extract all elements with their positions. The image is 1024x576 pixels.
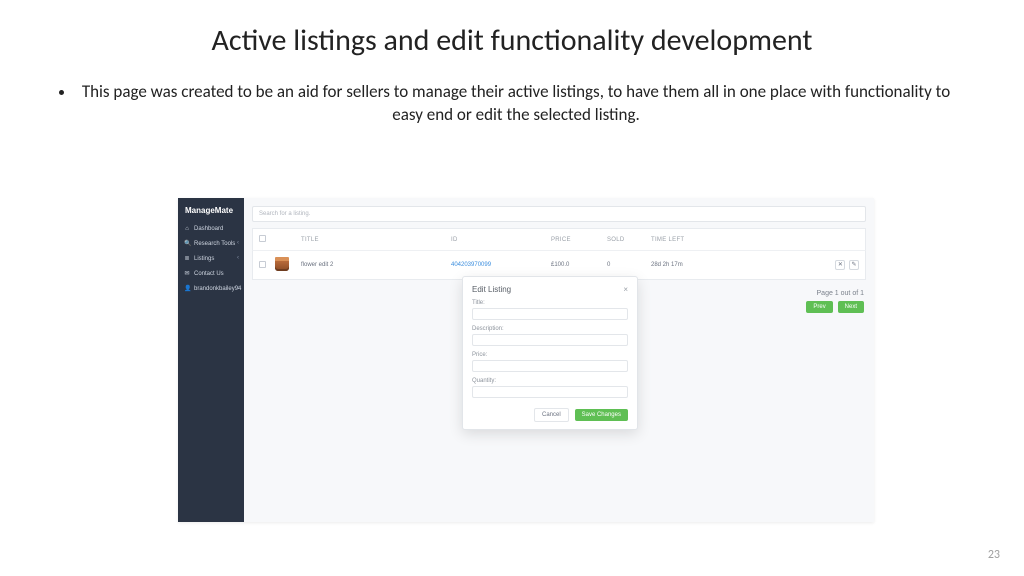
brand-logo: ManageMate — [178, 198, 244, 222]
row-checkbox[interactable] — [259, 261, 266, 268]
sidebar-item-label: Contact Us — [194, 271, 224, 277]
app-screenshot: ManageMate ⌂ Dashboard 🔍 Research Tools … — [178, 198, 874, 522]
search-icon: 🔍 — [184, 240, 190, 247]
select-all-checkbox[interactable] — [259, 235, 266, 242]
row-price: £100.0 — [551, 262, 607, 268]
col-time: TIME LEFT — [651, 237, 731, 243]
col-price: PRICE — [551, 237, 607, 243]
sidebar-item-contact[interactable]: ✉ Contact Us — [178, 266, 244, 281]
prev-button[interactable]: Prev — [806, 301, 832, 313]
user-icon: 👤 — [184, 285, 190, 292]
sidebar: ManageMate ⌂ Dashboard 🔍 Research Tools … — [178, 198, 244, 522]
bullet-item: This page was created to be an aid for s… — [76, 81, 956, 127]
label-quantity: Quantity: — [472, 378, 628, 384]
label-price: Price: — [472, 352, 628, 358]
modal-title: Edit Listing — [472, 285, 511, 294]
chevron-icon: ‹ — [237, 240, 239, 246]
sidebar-item-user[interactable]: 👤 brandonkbailey94 ‹ — [178, 281, 244, 296]
listing-thumbnail — [275, 257, 289, 271]
quantity-field[interactable] — [472, 386, 628, 398]
row-title: flower edit 2 — [301, 262, 451, 268]
col-id: ID — [451, 237, 551, 243]
bullet-list: This page was created to be an aid for s… — [0, 67, 1024, 137]
home-icon: ⌂ — [184, 226, 190, 232]
sidebar-item-listings[interactable]: ≣ Listings ‹ — [178, 251, 244, 266]
sidebar-item-label: Research Tools — [194, 241, 235, 247]
label-title: Title: — [472, 300, 628, 306]
sidebar-item-dashboard[interactable]: ⌂ Dashboard — [178, 222, 244, 236]
edit-listing-button[interactable]: ✎ — [849, 260, 859, 270]
mail-icon: ✉ — [184, 270, 190, 277]
col-title: TITLE — [301, 237, 451, 243]
next-button[interactable]: Next — [838, 301, 864, 313]
edit-listing-modal: Edit Listing × Title: Description: Price… — [462, 276, 638, 430]
end-listing-button[interactable]: ✕ — [835, 260, 845, 270]
page-number: 23 — [988, 548, 1000, 562]
search-input[interactable]: Search for a listing. — [252, 206, 866, 222]
row-sold: 0 — [607, 262, 651, 268]
col-sold: SOLD — [607, 237, 651, 243]
save-changes-button[interactable]: Save Changes — [575, 409, 628, 421]
list-icon: ≣ — [184, 255, 190, 262]
sidebar-item-label: brandonkbailey94 — [194, 286, 241, 292]
price-field[interactable] — [472, 360, 628, 372]
chevron-icon: ‹ — [237, 255, 239, 261]
table-header: TITLE ID PRICE SOLD TIME LEFT — [252, 228, 866, 250]
row-timeleft: 28d 2h 17m — [651, 262, 731, 268]
close-icon[interactable]: × — [623, 285, 628, 294]
sidebar-nav: ⌂ Dashboard 🔍 Research Tools ‹ ≣ Listing… — [178, 222, 244, 296]
cancel-button[interactable]: Cancel — [534, 408, 569, 422]
title-field[interactable] — [472, 308, 628, 320]
description-field[interactable] — [472, 334, 628, 346]
row-id-link[interactable]: 404203970099 — [451, 262, 551, 268]
label-description: Description: — [472, 326, 628, 332]
chevron-icon: ‹ — [237, 285, 239, 291]
slide-title: Active listings and edit functionality d… — [0, 0, 1024, 67]
sidebar-item-research[interactable]: 🔍 Research Tools ‹ — [178, 236, 244, 251]
sidebar-item-label: Dashboard — [194, 226, 223, 232]
listings-table: TITLE ID PRICE SOLD TIME LEFT flower edi… — [252, 228, 866, 280]
sidebar-item-label: Listings — [194, 256, 214, 262]
